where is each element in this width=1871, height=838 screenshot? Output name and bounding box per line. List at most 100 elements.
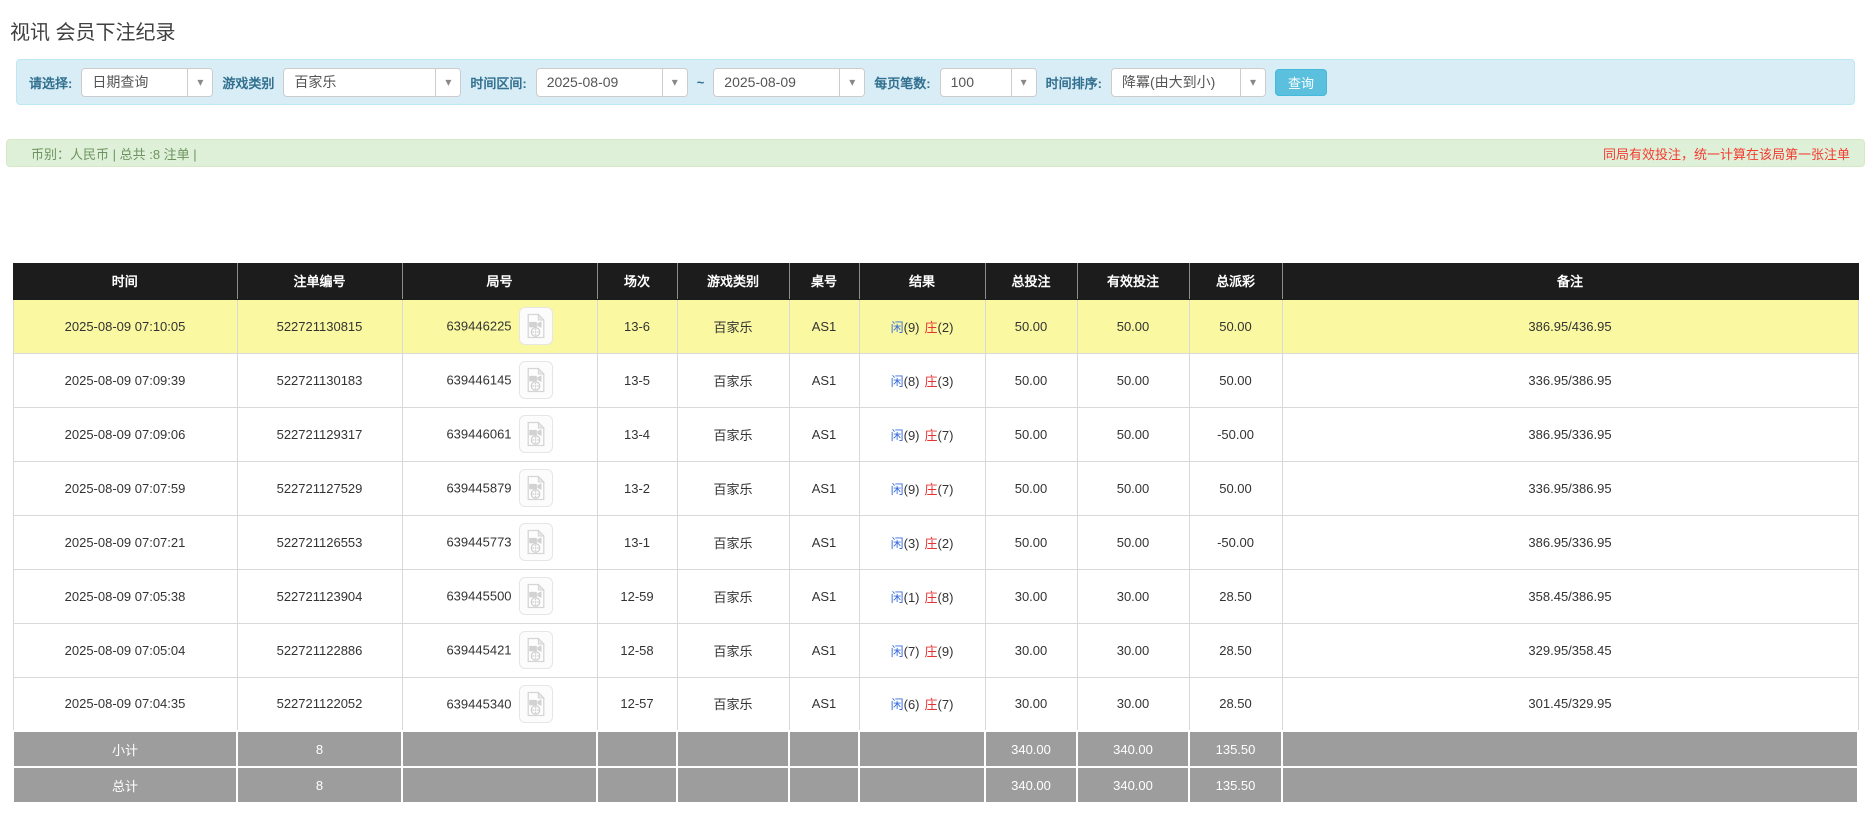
- session: 12-59: [596, 568, 678, 624]
- total-bet-link[interactable]: 30.00: [984, 676, 1078, 732]
- per-page-select[interactable]: 100 ▾: [939, 67, 1037, 97]
- subtotal-total-bet: 340.00: [984, 730, 1078, 768]
- table-row: 2025-08-09 07:10:05 522721130815 6394462…: [12, 298, 1859, 354]
- empty-cell: [676, 766, 790, 804]
- subtotal-valid-bet: 340.00: [1076, 730, 1190, 768]
- col-header-payout: 总派彩: [1189, 263, 1283, 300]
- video-replay-icon[interactable]: [518, 684, 553, 723]
- grand-total-total-bet: 340.00: [984, 766, 1078, 804]
- total-bet-link[interactable]: 30.00: [984, 622, 1078, 678]
- result-cell: 闲(3) 庄(2): [858, 514, 986, 570]
- empty-cell: [858, 730, 986, 768]
- range-tilde: ~: [696, 74, 705, 90]
- table-row: 2025-08-09 07:09:39 522721130183 6394461…: [12, 352, 1859, 408]
- round-id: 639445421: [446, 642, 512, 658]
- player-score: (6): [903, 697, 920, 713]
- valid-bet: 50.00: [1076, 514, 1190, 570]
- player-score: (3): [903, 535, 920, 551]
- video-replay-icon[interactable]: [518, 307, 553, 345]
- round-cell: 639445879: [401, 460, 598, 516]
- col-header-round: 局号: [402, 263, 598, 300]
- table-row: 2025-08-09 07:07:59 522721127529 6394458…: [12, 460, 1859, 516]
- total-bet-link[interactable]: 50.00: [984, 460, 1078, 516]
- grand-total-label: 总计: [12, 766, 238, 804]
- round-cell: 639446225: [401, 298, 598, 354]
- total-bet-link[interactable]: 50.00: [984, 352, 1078, 408]
- banker-result: 庄: [924, 697, 938, 713]
- table-row: 2025-08-09 07:05:38 522721123904 6394455…: [12, 568, 1859, 624]
- banker-result: 庄: [924, 589, 938, 605]
- date-from-picker[interactable]: 2025-08-09 ▾: [535, 67, 688, 97]
- table-row: 2025-08-09 07:04:35 522721122052 6394453…: [12, 676, 1859, 732]
- player-result: 闲: [890, 589, 904, 605]
- caret-down-icon: ▾: [435, 68, 461, 96]
- result-cell: 闲(1) 庄(8): [858, 568, 986, 624]
- player-result: 闲: [890, 643, 904, 659]
- search-button[interactable]: 查询: [1274, 68, 1327, 96]
- banker-result: 庄: [924, 535, 938, 551]
- payout: 50.00: [1188, 352, 1283, 408]
- valid-bet: 30.00: [1076, 568, 1190, 624]
- caret-down-icon: ▾: [839, 68, 865, 96]
- total-bet-link[interactable]: 30.00: [984, 568, 1078, 624]
- video-replay-icon[interactable]: [518, 523, 553, 561]
- grand-total-row: 总计 8 340.00 340.00 135.50: [12, 766, 1859, 804]
- subtotal-label: 小计: [12, 730, 238, 768]
- game-type-select[interactable]: 百家乐 ▾: [283, 67, 462, 97]
- banker-result: 庄: [924, 427, 938, 443]
- session: 13-5: [596, 352, 678, 408]
- table-number: AS1: [788, 676, 860, 732]
- query-type-value: 日期查询: [92, 74, 149, 90]
- query-type-select[interactable]: 日期查询 ▾: [81, 67, 214, 97]
- page-title: 视讯 会员下注纪录: [10, 22, 176, 44]
- payout: 28.50: [1188, 622, 1283, 678]
- caret-down-icon: ▾: [187, 68, 213, 96]
- note: 386.95/336.95: [1281, 406, 1859, 462]
- video-replay-icon[interactable]: [518, 361, 553, 399]
- table-number: AS1: [788, 460, 860, 516]
- banker-result: 庄: [924, 319, 938, 335]
- session: 13-6: [596, 298, 678, 354]
- table-header-row: 时间 注单编号 局号 场次 游戏类别 桌号 结果 总投注 有效投注 总派彩 备注: [13, 263, 1859, 300]
- session: 13-2: [596, 460, 678, 516]
- table-number: AS1: [788, 352, 860, 408]
- video-replay-icon[interactable]: [518, 469, 553, 507]
- note: 358.45/386.95: [1281, 568, 1859, 624]
- valid-bet: 30.00: [1076, 622, 1190, 678]
- video-replay-icon[interactable]: [518, 577, 553, 615]
- valid-bet: 30.00: [1076, 676, 1190, 732]
- table-row: 2025-08-09 07:09:06 522721129317 6394460…: [12, 406, 1859, 462]
- total-bet-link[interactable]: 50.00: [984, 514, 1078, 570]
- player-result: 闲: [890, 481, 904, 497]
- empty-cell: [1281, 730, 1859, 768]
- bet-id: 522721127529: [236, 460, 403, 516]
- bet-time: 2025-08-09 07:09:39: [12, 352, 238, 408]
- bet-id: 522721123904: [236, 568, 403, 624]
- payout: 50.00: [1188, 298, 1283, 354]
- total-bet-link[interactable]: 50.00: [984, 406, 1078, 462]
- banker-score: (3): [937, 373, 954, 389]
- empty-cell: [596, 766, 678, 804]
- sort-order-select[interactable]: 降冪(由大到小) ▾: [1110, 67, 1266, 97]
- total-bet-link[interactable]: 50.00: [984, 298, 1078, 354]
- time-range-label: 时间区间:: [470, 75, 527, 91]
- banker-score: (8): [937, 589, 954, 605]
- subtotal-row: 小计 8 340.00 340.00 135.50: [12, 730, 1859, 768]
- bet-time: 2025-08-09 07:05:04: [12, 622, 238, 678]
- empty-cell: [401, 730, 598, 768]
- round-id: 639446145: [446, 372, 512, 388]
- date-to-picker[interactable]: 2025-08-09 ▾: [713, 67, 866, 97]
- game-type: 百家乐: [676, 676, 790, 732]
- video-replay-icon[interactable]: [518, 631, 553, 669]
- bet-id: 522721130183: [236, 352, 403, 408]
- empty-cell: [676, 730, 790, 768]
- game-type: 百家乐: [676, 622, 790, 678]
- round-id: 639445340: [446, 696, 512, 712]
- col-header-time: 时间: [13, 263, 238, 300]
- banker-score: (2): [937, 535, 954, 551]
- video-replay-icon[interactable]: [518, 415, 553, 453]
- valid-bet: 50.00: [1076, 298, 1190, 354]
- player-score: (8): [903, 373, 920, 389]
- table-number: AS1: [788, 568, 860, 624]
- payout: 50.00: [1188, 460, 1283, 516]
